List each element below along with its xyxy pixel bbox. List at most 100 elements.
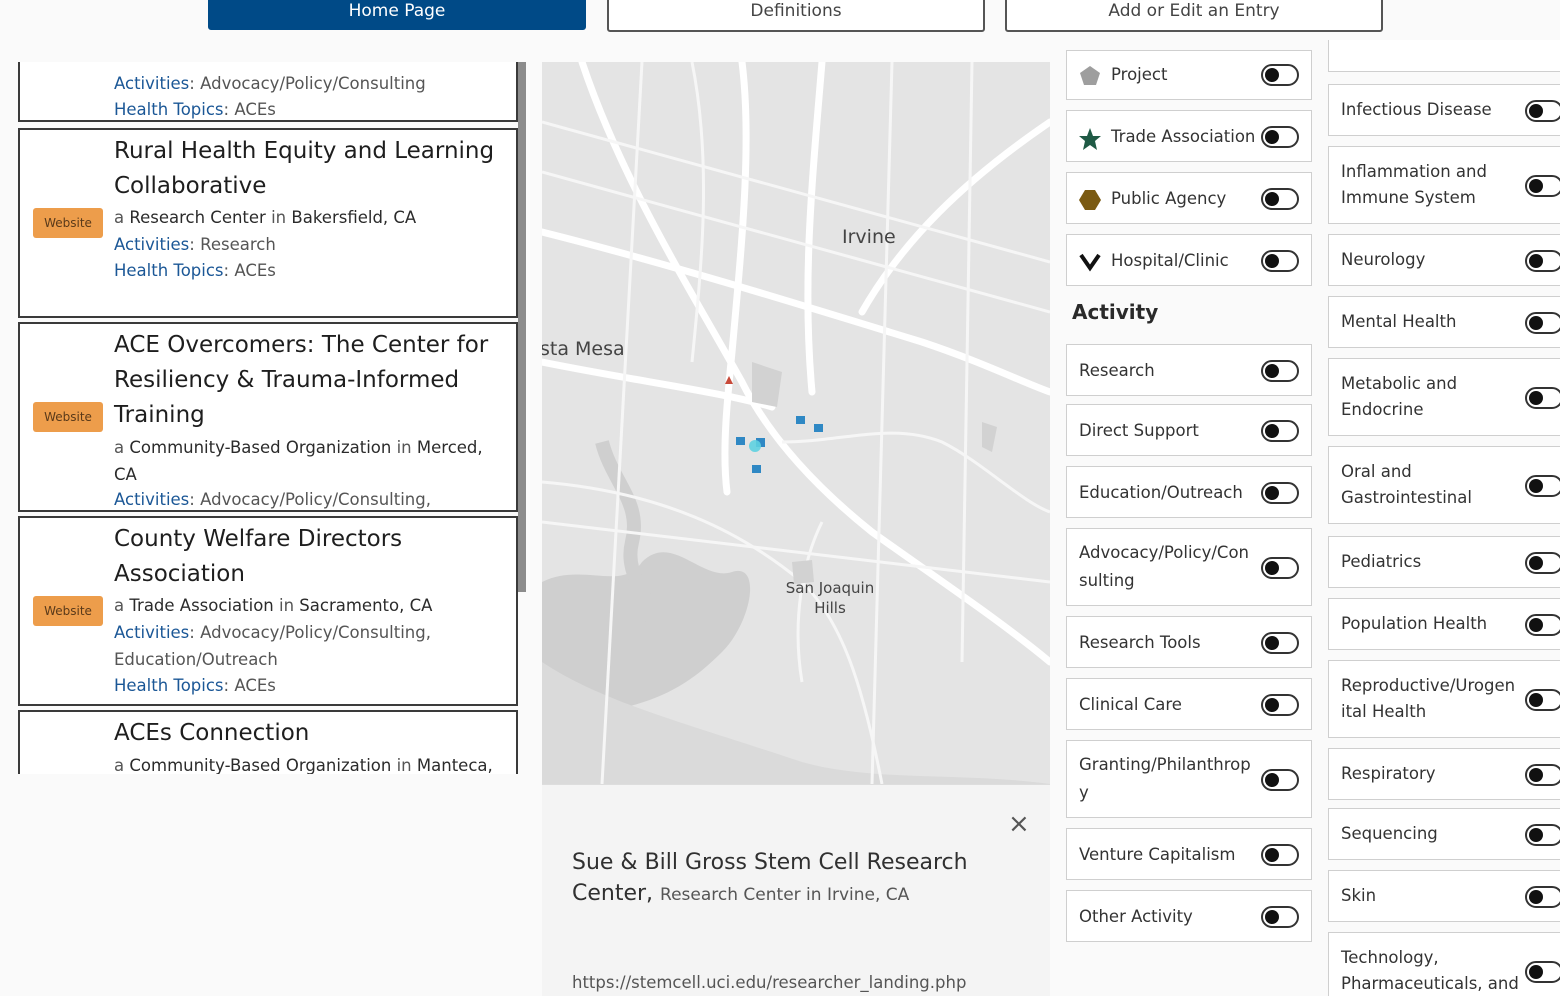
map-label-costa-mesa: sta Mesa — [542, 338, 625, 360]
filter-health-topic-partial[interactable] — [1328, 40, 1560, 72]
toggle-switch[interactable] — [1261, 557, 1299, 579]
toggle-switch[interactable] — [1525, 250, 1560, 272]
add-edit-entry-button[interactable]: Add or Edit an Entry — [1005, 0, 1383, 32]
toggle-switch[interactable] — [1525, 689, 1560, 711]
card-health-topics: Health Topics: ACEs — [114, 676, 276, 695]
filter-health-topic-item[interactable]: Inflammation and Immune System — [1328, 146, 1560, 224]
map-canvas — [542, 62, 1050, 784]
filter-health-topic-item[interactable]: Neurology — [1328, 234, 1560, 286]
toggle-switch[interactable] — [1525, 312, 1560, 334]
filter-health-topic-item[interactable]: Population Health — [1328, 598, 1560, 650]
toggle-switch[interactable] — [1525, 552, 1560, 574]
result-card[interactable]: Website Rural Health Equity and Learning… — [18, 128, 518, 318]
filter-activity-item[interactable]: Education/Outreach — [1066, 466, 1312, 518]
filter-label: Reproductive/Urogen ital Health — [1341, 676, 1516, 721]
toggle-switch[interactable] — [1261, 844, 1299, 866]
filter-health-topic-item[interactable]: Sequencing — [1328, 808, 1560, 860]
filter-label: Oral and Gastrointestinal — [1341, 462, 1472, 507]
filter-activity-item[interactable]: Granting/Philanthrop y — [1066, 740, 1312, 818]
filter-health-topic-item[interactable]: Reproductive/Urogen ital Health — [1328, 660, 1560, 738]
list-scrollbar[interactable] — [518, 62, 526, 592]
close-icon[interactable]: × — [1008, 809, 1030, 839]
filter-activity-item[interactable]: Research Tools — [1066, 616, 1312, 668]
toggle-switch[interactable] — [1261, 126, 1299, 148]
toggle-switch[interactable] — [1261, 360, 1299, 382]
app-root: Home Page Definitions Add or Edit an Ent… — [0, 0, 1560, 996]
filter-activity-item[interactable]: Direct Support — [1066, 404, 1312, 456]
filter-activity-item[interactable]: Other Activity — [1066, 890, 1312, 942]
filter-health-topic-item[interactable]: Pediatrics — [1328, 536, 1560, 588]
filter-label: Infectious Disease — [1341, 100, 1492, 119]
home-page-button[interactable]: Home Page — [208, 0, 586, 30]
toggle-switch[interactable] — [1525, 175, 1560, 197]
filter-label: Project — [1111, 65, 1168, 84]
map-marker-selected[interactable] — [749, 440, 761, 452]
filter-activity-item[interactable]: Venture Capitalism — [1066, 828, 1312, 880]
filter-trade-association[interactable]: Trade Association — [1066, 110, 1312, 162]
result-card-partial[interactable]: Activities: Advocacy/Policy/Consulting H… — [18, 62, 518, 122]
filter-public-agency[interactable]: Public Agency — [1066, 172, 1312, 224]
website-button[interactable]: Website — [33, 402, 103, 432]
toggle-switch[interactable] — [1525, 961, 1560, 983]
map-marker[interactable] — [796, 416, 805, 424]
map-label-irvine: Irvine — [842, 226, 896, 248]
filter-label: Technology, Pharmaceuticals, and — [1341, 948, 1519, 993]
filter-label: Skin — [1341, 886, 1377, 905]
results-list[interactable]: Activities: Advocacy/Policy/Consulting H… — [0, 62, 528, 774]
filter-health-topic-item[interactable]: Oral and Gastrointestinal — [1328, 446, 1560, 524]
toggle-switch[interactable] — [1525, 387, 1560, 409]
card-health-topics: Health Topics: ACEs — [114, 100, 276, 119]
map-popup[interactable]: × Sue & Bill Gross Stem Cell Research Cen… — [542, 784, 1050, 996]
toggle-switch[interactable] — [1525, 475, 1560, 497]
map-marker[interactable] — [814, 424, 823, 432]
card-org-line: a Trade Association in Sacramento, CA — [114, 596, 433, 615]
toggle-switch[interactable] — [1261, 188, 1299, 210]
filter-health-topic-item[interactable]: Metabolic and Endocrine — [1328, 358, 1560, 436]
card-org-line: a Community-Based Organization in Mantec… — [114, 756, 493, 774]
filter-health-topic-item[interactable]: Mental Health — [1328, 296, 1560, 348]
website-button[interactable]: Website — [33, 208, 103, 238]
filter-label: Clinical Care — [1079, 695, 1182, 714]
toggle-switch[interactable] — [1525, 764, 1560, 786]
filter-health-topic-item[interactable]: Infectious Disease — [1328, 84, 1560, 136]
filter-label: Inflammation and Immune System — [1341, 162, 1487, 207]
filter-activity-item[interactable]: Clinical Care — [1066, 678, 1312, 730]
toggle-switch[interactable] — [1261, 906, 1299, 928]
popup-url-link[interactable]: https://stemcell.uci.edu/researcher_land… — [572, 973, 966, 992]
filter-label: Research Tools — [1079, 633, 1201, 652]
map-marker[interactable] — [752, 465, 761, 473]
toggle-switch[interactable] — [1525, 886, 1560, 908]
popup-title: Sue & Bill Gross Stem Cell Research Cente… — [572, 850, 968, 906]
toggle-switch[interactable] — [1261, 420, 1299, 442]
toggle-switch[interactable] — [1525, 824, 1560, 846]
filter-label: Advocacy/Policy/Con sulting — [1079, 543, 1250, 590]
map-view[interactable]: Irvine sta Mesa San Joaquin Hills — [542, 62, 1050, 784]
toggle-switch[interactable] — [1261, 250, 1299, 272]
definitions-button[interactable]: Definitions — [607, 0, 985, 32]
filter-health-topic-item[interactable]: Respiratory — [1328, 748, 1560, 800]
result-card[interactable]: ACEs Connection a Community-Based Organi… — [18, 710, 518, 774]
map-marker[interactable] — [736, 437, 745, 445]
filter-label: Mental Health — [1341, 312, 1457, 331]
hexagon-icon — [1079, 190, 1101, 210]
toggle-switch[interactable] — [1261, 482, 1299, 504]
filter-health-topic-item[interactable]: Technology, Pharmaceuticals, and — [1328, 932, 1560, 996]
filter-activity-item[interactable]: Advocacy/Policy/Con sulting — [1066, 528, 1312, 606]
filter-hospital-clinic[interactable]: Hospital/Clinic — [1066, 234, 1312, 286]
website-button[interactable]: Website — [33, 596, 103, 626]
result-card[interactable]: Website ACE Overcomers: The Center for Re… — [18, 322, 518, 512]
toggle-switch[interactable] — [1261, 64, 1299, 86]
card-org-line: a Research Center in Bakersfield, CA — [114, 208, 417, 227]
result-card[interactable]: Website County Welfare Directors Associat… — [18, 516, 518, 706]
pentagon-icon — [1080, 66, 1100, 85]
filter-health-topic-item[interactable]: Skin — [1328, 870, 1560, 922]
filter-activity-item[interactable]: Research — [1066, 344, 1312, 396]
filter-project[interactable]: Project — [1066, 50, 1312, 100]
toggle-switch[interactable] — [1525, 614, 1560, 636]
chevron-down-icon — [1079, 253, 1101, 272]
toggle-switch[interactable] — [1261, 632, 1299, 654]
toggle-switch[interactable] — [1525, 100, 1560, 122]
activity-heading: Activity — [1072, 300, 1159, 324]
toggle-switch[interactable] — [1261, 694, 1299, 716]
toggle-switch[interactable] — [1261, 769, 1299, 791]
